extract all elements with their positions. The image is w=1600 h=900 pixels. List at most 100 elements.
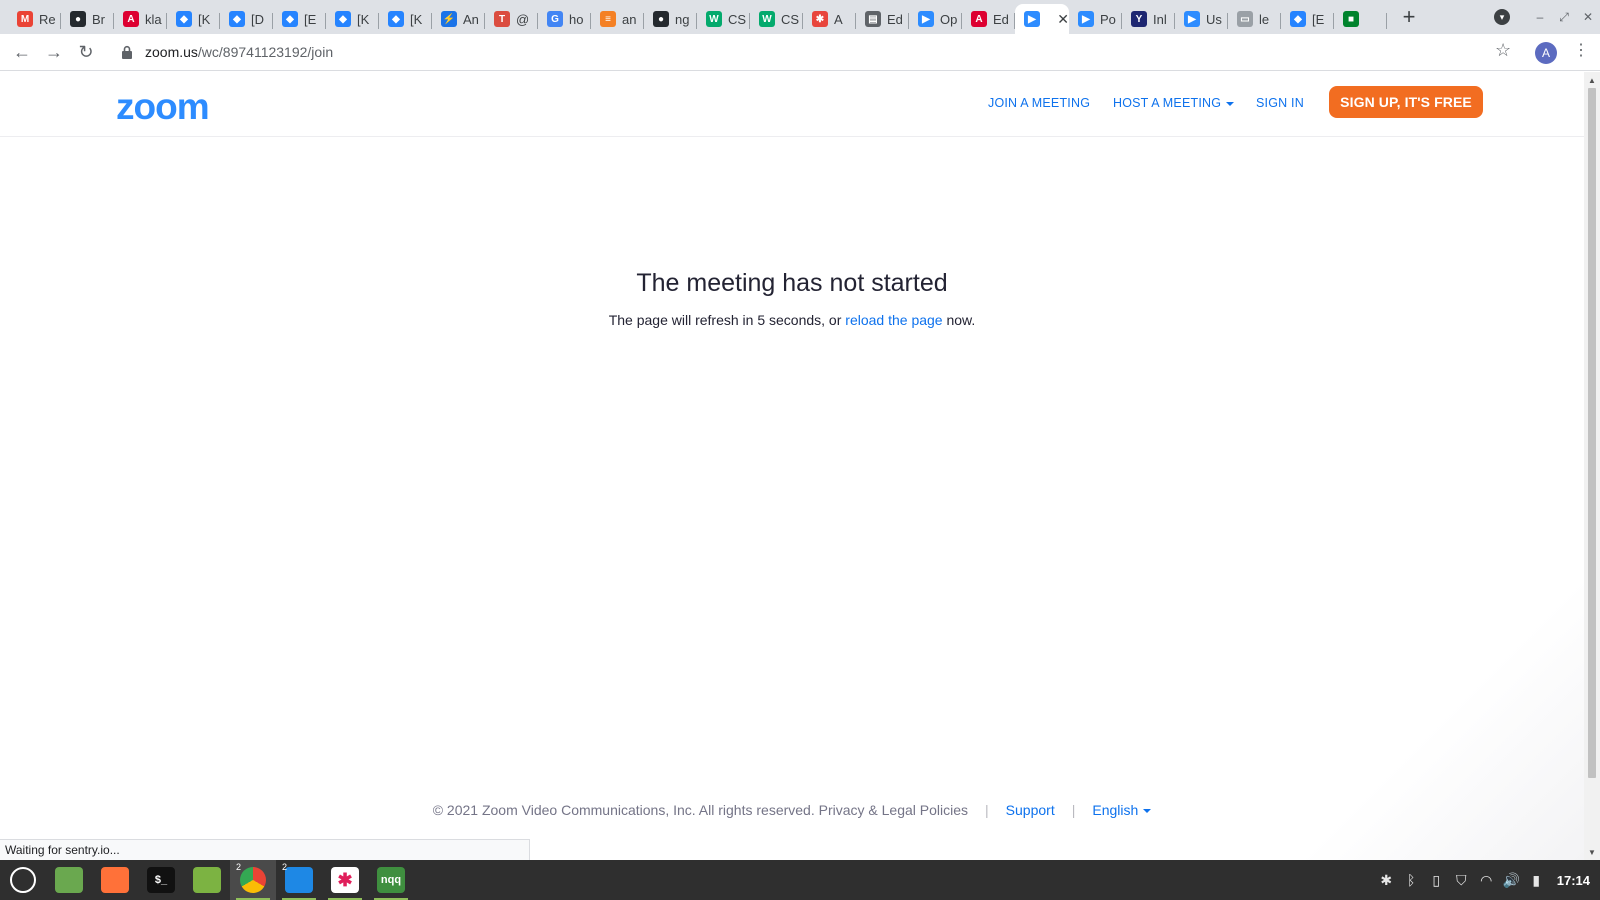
taskbar-item[interactable] (0, 860, 46, 900)
tab-label: [K (198, 11, 211, 27)
tab-label: [K (410, 11, 423, 27)
browser-tab[interactable]: ◆ [K (167, 4, 220, 34)
browser-tab[interactable]: Gho (538, 4, 591, 34)
tab-label: ho (569, 11, 584, 27)
taskbar-item[interactable]: nqq (368, 860, 414, 900)
battery-icon[interactable]: ▮ (1524, 872, 1549, 889)
wifi-icon[interactable]: ◠ (1474, 872, 1499, 889)
browser-tab[interactable]: M Re (8, 4, 61, 34)
window-count-badge: 2 (282, 862, 288, 872)
bluetooth-icon[interactable]: ᛒ (1399, 872, 1424, 888)
tab-label: Us (1206, 11, 1222, 27)
url-path: /wc/89741123192/join (197, 43, 334, 60)
refresh-message-suffix: now. (942, 312, 976, 328)
back-icon[interactable]: ← (6, 36, 38, 68)
window-controls: ▾ – ⤢ ✕ (1494, 0, 1600, 34)
bookmark-star-icon[interactable]: ☆ (1495, 40, 1511, 61)
sign-in-link[interactable]: SIGN IN (1256, 96, 1304, 110)
browser-tab[interactable]: W CS (750, 4, 803, 34)
mint-menu-icon (10, 867, 36, 893)
scroll-up-arrow-icon[interactable]: ▲ (1584, 72, 1600, 88)
minimize-icon[interactable]: – (1528, 10, 1552, 24)
address-bar[interactable]: zoom.us/wc/89741123192/join (106, 36, 1496, 67)
zoom-logo[interactable]: zoom (116, 86, 210, 128)
profile-avatar[interactable]: A (1535, 42, 1557, 64)
browser-tab[interactable]: ▶ Po (1069, 4, 1122, 34)
browser-tab[interactable]: ◆ [E (273, 4, 326, 34)
tab-active[interactable]: ▶ ✕ (1015, 4, 1069, 34)
taskbar-item[interactable] (92, 860, 138, 900)
close-tab-icon[interactable]: ✕ (1057, 11, 1069, 28)
tab-label: an (622, 11, 637, 27)
scrollbar-thumb[interactable] (1588, 88, 1596, 778)
browser-tab[interactable]: ● Br (61, 4, 114, 34)
reload-icon[interactable]: ↻ (70, 36, 102, 68)
scroll-down-arrow-icon[interactable]: ▼ (1584, 844, 1600, 860)
browser-tab[interactable]: ◆ [K (326, 4, 379, 34)
jira-icon: ◆ (335, 11, 351, 27)
browser-tab[interactable]: ▶ Op (909, 4, 962, 34)
close-window-icon[interactable]: ✕ (1576, 10, 1600, 24)
browser-tab[interactable]: ▭ le (1228, 4, 1281, 34)
support-link[interactable]: Support (1006, 802, 1055, 818)
browser-tab[interactable]: ◆ [K (379, 4, 432, 34)
browser-menu-icon[interactable]: ⋮ (1573, 40, 1589, 60)
language-selector[interactable]: English (1092, 802, 1152, 818)
maximize-icon[interactable]: ⤢ (1552, 10, 1576, 25)
reload-page-link[interactable]: reload the page (845, 312, 942, 328)
sign-up-button[interactable]: SIGN UP, IT'S FREE (1329, 86, 1483, 118)
vscode-icon (285, 867, 313, 893)
tab-label: [K (357, 11, 370, 27)
tab-label: A (834, 11, 843, 27)
browser-tab[interactable]: T @ (485, 4, 538, 34)
taskbar-item[interactable]: $_ (138, 860, 184, 900)
host-meeting-menu[interactable]: HOST A MEETING (1113, 96, 1235, 110)
taskbar-item[interactable]: 2 (276, 860, 322, 900)
taskbar-apps: $_ 2 2 ✱ nqq (0, 860, 414, 900)
browser-tab[interactable]: ■ (1334, 4, 1387, 34)
new-tab-button[interactable]: + (1395, 3, 1423, 31)
clipboard-icon[interactable]: ▯ (1424, 872, 1449, 889)
taskbar-item[interactable]: 2 (230, 860, 276, 900)
tab-label: [D (251, 11, 264, 27)
browser-tab[interactable]: ▤ Ed (856, 4, 909, 34)
browser-tab[interactable]: Y Inl (1122, 4, 1175, 34)
forward-icon[interactable]: → (38, 36, 70, 68)
browser-tab[interactable]: W CS (697, 4, 750, 34)
refresh-message: The page will refresh in 5 seconds, or r… (0, 312, 1584, 328)
shield-icon[interactable]: ⛉ (1449, 872, 1474, 889)
browser-tab[interactable]: Akla (114, 4, 167, 34)
slack-tray-icon[interactable]: ✱ (1374, 872, 1399, 889)
browser-tab[interactable]: ⚡ An (432, 4, 485, 34)
page-scrollbar[interactable]: ▲ ▼ (1584, 72, 1600, 860)
browser-tab[interactable]: ▶ Us (1175, 4, 1228, 34)
join-meeting-link[interactable]: JOIN A MEETING (988, 96, 1090, 110)
tab-label: Op (940, 11, 958, 27)
volume-icon[interactable]: 🔊 (1499, 872, 1524, 889)
browser-tab[interactable]: ✱ A (803, 4, 856, 34)
taskbar-item[interactable] (184, 860, 230, 900)
browser-tab[interactable]: A Ed (962, 4, 1015, 34)
zoom-icon: ▶ (1078, 11, 1094, 27)
google-icon: G (547, 11, 563, 27)
browser-tab[interactable]: ● ng (644, 4, 697, 34)
clock[interactable]: 17:14 (1557, 873, 1590, 888)
taskbar-item[interactable] (46, 860, 92, 900)
browser-tab[interactable]: ◆ [D (220, 4, 273, 34)
browser-tab[interactable]: ≡ an (591, 4, 644, 34)
language-label: English (1092, 802, 1139, 818)
taskbar-item[interactable]: ✱ (322, 860, 368, 900)
tab-search-icon[interactable]: ▾ (1494, 9, 1510, 25)
privacy-legal-link[interactable]: Privacy & Legal Policies (819, 802, 968, 818)
meet-icon: ■ (1343, 11, 1359, 27)
gmail-icon: M (17, 11, 33, 27)
zoom-header: zoom JOIN A MEETING HOST A MEETING SIGN … (0, 72, 1584, 137)
tab-label: Ed (993, 11, 1009, 27)
browser-tab[interactable]: ◆ [E (1281, 4, 1334, 34)
lock-icon (122, 45, 132, 59)
tab-label: CS (728, 11, 746, 27)
slack-icon: ✱ (331, 867, 359, 893)
terminal-icon: $_ (147, 867, 175, 893)
tab-label: An (463, 11, 479, 27)
refresh-message-prefix: The page will refresh in 5 seconds, or (608, 312, 846, 328)
